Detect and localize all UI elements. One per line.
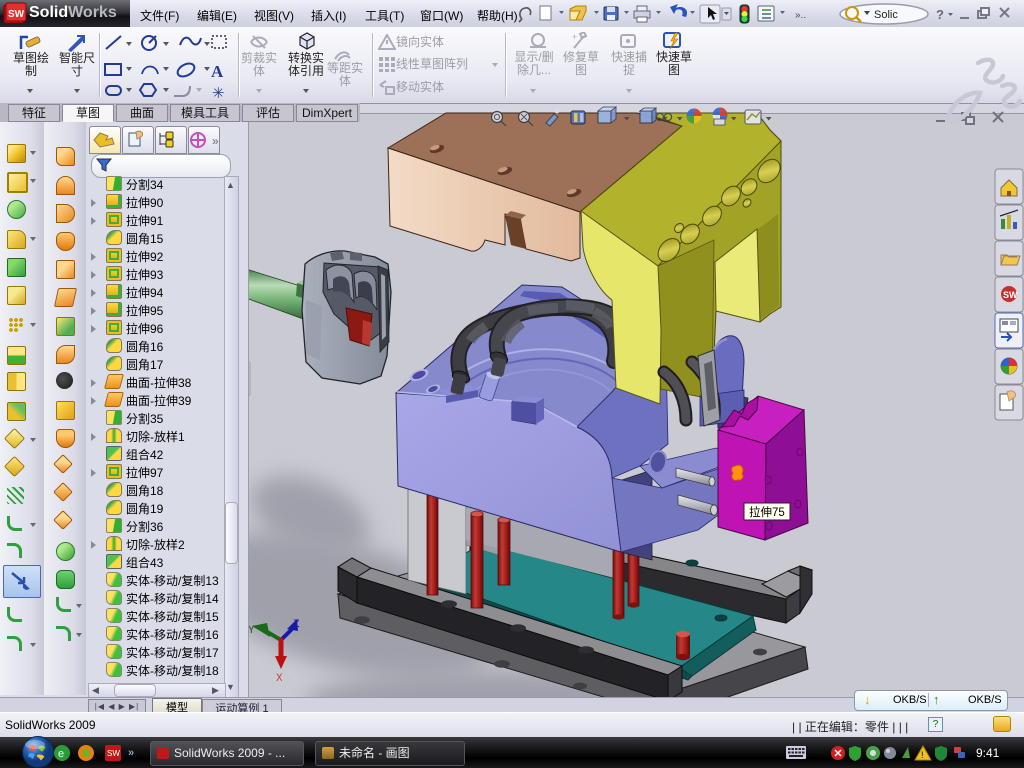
svg-text:✳: ✳ xyxy=(212,85,225,100)
svg-text:»: » xyxy=(128,747,134,759)
svg-text:A: A xyxy=(211,62,224,81)
svg-text:+: + xyxy=(572,32,577,42)
svg-text:SW: SW xyxy=(1003,290,1018,300)
svg-text:!: ! xyxy=(921,750,924,760)
svg-text:Solic: Solic xyxy=(874,9,898,21)
svg-text:»: » xyxy=(212,134,219,148)
svg-text:拉伸75: 拉伸75 xyxy=(749,505,785,519)
svg-text:»..: ».. xyxy=(795,10,806,21)
svg-text:?: ? xyxy=(936,7,944,22)
svg-text:SW: SW xyxy=(107,749,120,758)
svg-text:Y: Y xyxy=(248,625,255,637)
svg-text:X: X xyxy=(276,673,283,685)
svg-text:Z: Z xyxy=(293,619,300,631)
svg-text:SW: SW xyxy=(8,9,25,20)
svg-text:e: e xyxy=(58,748,64,760)
